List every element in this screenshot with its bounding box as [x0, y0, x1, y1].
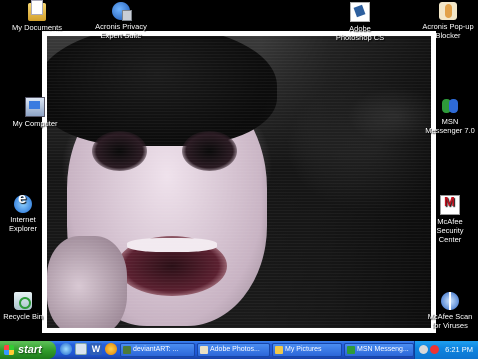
task-label: Adobe Photos... — [210, 346, 260, 353]
clock[interactable]: 6:21 PM — [445, 341, 473, 359]
wallpaper-photo-frame — [42, 31, 436, 333]
desktop-icon-my-documents[interactable]: My Documents — [2, 0, 72, 32]
desktop-icon-photoshop[interactable]: Adobe Photoshop CS — [325, 2, 395, 42]
desktop: My Documents My Computer Internet Explor… — [0, 0, 478, 341]
desktop-icon-label: My Computer — [12, 119, 58, 128]
wallpaper-photo — [47, 36, 431, 328]
show-desktop-icon[interactable] — [75, 343, 87, 355]
desktop-icon-my-computer[interactable]: My Computer — [0, 97, 70, 128]
msn-icon — [347, 346, 355, 354]
desktop-icon-label: Internet Explorer — [9, 215, 37, 233]
system-tray: 6:21 PM — [414, 341, 478, 359]
desktop-icon-label: MSN Messenger 7.0 — [425, 117, 475, 135]
desktop-icon-acronis-popup-blocker[interactable]: Acronis Pop-up Blocker — [418, 2, 478, 40]
quick-launch: W — [60, 343, 117, 357]
internet-explorer-icon — [14, 194, 32, 213]
photo-scanlines — [47, 36, 431, 328]
start-label: start — [18, 344, 42, 356]
desktop-icon-label: My Documents — [11, 23, 62, 32]
ie-icon[interactable] — [60, 343, 72, 355]
desktop-icon-mcafee-scan[interactable]: McAfee Scan for Viruses — [422, 292, 478, 330]
recycle-bin-icon — [14, 292, 32, 310]
photoshop-icon — [200, 346, 208, 354]
mcafee-scan-icon — [441, 292, 459, 310]
task-button-deviantart[interactable]: deviantART: ... — [120, 343, 195, 357]
task-button-photoshop[interactable]: Adobe Photos... — [197, 343, 270, 357]
desktop-icon-label: McAfee Scan for Viruses — [427, 312, 473, 330]
desktop-icon-recycle-bin[interactable]: Recycle Bin — [0, 292, 58, 321]
media-player-icon[interactable] — [105, 343, 117, 355]
photoshop-icon — [350, 2, 370, 22]
my-documents-icon — [28, 0, 46, 21]
word-icon[interactable]: W — [90, 343, 102, 355]
desktop-icon-label: McAfee Security Center — [436, 217, 464, 244]
desktop-icon-label: Recycle Bin — [3, 312, 43, 321]
taskbar: start W deviantART: ... Adobe Photos... … — [0, 341, 478, 359]
start-button[interactable]: start — [0, 341, 56, 359]
windows-logo-icon — [4, 345, 14, 355]
desktop-icon-internet-explorer[interactable]: Internet Explorer — [0, 194, 58, 233]
tray-security-icon[interactable] — [430, 345, 439, 354]
desktop-icon-mcafee-security-center[interactable]: McAfee Security Center — [422, 195, 478, 244]
acronis-popup-blocker-icon — [439, 2, 457, 20]
task-label: MSN Messeng... — [357, 346, 409, 353]
task-label: My Pictures — [285, 346, 322, 353]
mcafee-security-center-icon — [440, 195, 460, 215]
task-button-msn-messenger[interactable]: MSN Messeng... — [344, 343, 414, 357]
task-button-my-pictures[interactable]: My Pictures — [272, 343, 342, 357]
tray-expand-icon[interactable] — [419, 345, 428, 354]
folder-icon — [275, 346, 283, 354]
desktop-icon-label: Acronis Pop-up Blocker — [422, 22, 474, 40]
acronis-icon — [112, 2, 132, 21]
desktop-icon-msn-messenger[interactable]: MSN Messenger 7.0 — [422, 97, 478, 135]
desktop-icon-label: Acronis Privacy Expert Suite — [95, 22, 147, 40]
my-computer-icon — [25, 97, 45, 117]
desktop-icon-label: Adobe Photoshop CS — [335, 24, 385, 42]
deviantart-icon — [123, 346, 131, 354]
msn-messenger-icon — [441, 97, 459, 115]
desktop-icon-acronis-privacy[interactable]: Acronis Privacy Expert Suite — [86, 2, 156, 40]
task-label: deviantART: ... — [133, 346, 179, 353]
